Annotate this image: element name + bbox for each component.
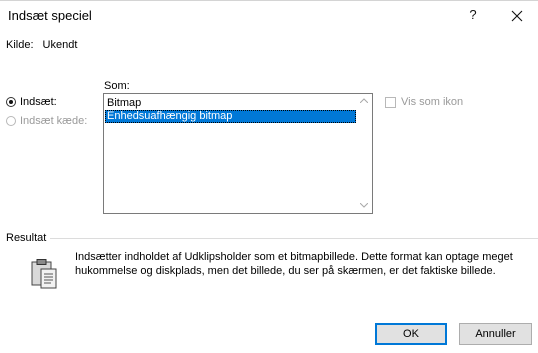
- clipboard-icon: [31, 258, 59, 290]
- ok-button[interactable]: OK: [375, 323, 447, 345]
- scroll-up-icon[interactable]: [356, 94, 372, 108]
- list-item-device-independent-bitmap[interactable]: Enhedsuafhængig bitmap: [105, 110, 356, 123]
- result-divider: [50, 238, 538, 239]
- source-value: Ukendt: [42, 39, 78, 51]
- scroll-down-icon[interactable]: [356, 199, 372, 213]
- paste-link-radio[interactable]: Indsæt kæde:: [6, 115, 87, 127]
- paste-radio-label: Indsæt:: [20, 96, 57, 108]
- source-row: Kilde: Ukendt: [6, 39, 77, 51]
- as-label: Som:: [104, 80, 130, 92]
- paste-radio-button[interactable]: [6, 97, 16, 107]
- display-as-icon-checkbox[interactable]: Vis som ikon: [385, 96, 463, 108]
- list-item-bitmap[interactable]: Bitmap: [105, 97, 358, 110]
- close-button[interactable]: [504, 2, 530, 28]
- source-label: Kilde:: [6, 39, 34, 51]
- cancel-button[interactable]: Annuller: [459, 323, 532, 345]
- result-label: Resultat: [6, 232, 47, 244]
- title-bar: Indsæt speciel ?: [0, 0, 538, 32]
- paste-link-radio-button[interactable]: [6, 116, 16, 126]
- dialog-title: Indsæt speciel: [8, 8, 92, 23]
- display-as-icon-box[interactable]: [385, 96, 396, 108]
- help-button[interactable]: ?: [460, 2, 486, 28]
- result-description: Indsætter indholdet af Udklipsholder som…: [75, 251, 513, 277]
- display-as-icon-label: Vis som ikon: [401, 96, 464, 108]
- listbox-scrollbar[interactable]: [356, 94, 372, 213]
- close-icon: [511, 10, 523, 22]
- as-listbox[interactable]: Bitmap Enhedsuafhængig bitmap: [103, 93, 373, 214]
- paste-link-radio-label: Indsæt kæde:: [20, 115, 88, 127]
- paste-radio[interactable]: Indsæt:: [6, 96, 57, 108]
